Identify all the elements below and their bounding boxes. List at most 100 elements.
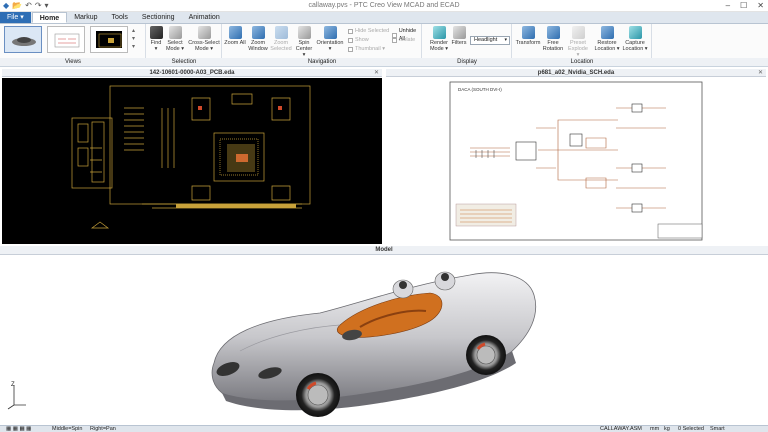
status-selected-count: 0 Selected — [678, 426, 704, 432]
zoom-selected-label-2: Selected — [270, 46, 292, 52]
hide-selected-button[interactable]: Hide Selected — [348, 27, 389, 35]
capture-location-button[interactable]: Capture Location ▾ — [622, 26, 648, 52]
show-button[interactable]: Show — [348, 36, 369, 44]
selection-filter-select[interactable]: Smart — [710, 426, 725, 432]
binoculars-icon — [149, 26, 163, 39]
tab-tools[interactable]: Tools — [105, 12, 135, 23]
orientation-button[interactable]: Orientation ▾ — [316, 26, 344, 52]
tab-file[interactable]: File ▾ — [0, 12, 31, 23]
transform-icon — [521, 26, 535, 39]
schematic-viewport-header: p681_a02_Nvidia_SCH.eda ✕ — [386, 69, 766, 77]
schematic-sheet-graphic — [449, 81, 703, 241]
close-button[interactable]: ✕ — [757, 0, 764, 11]
render-mode-button[interactable]: Render Mode ▾ — [428, 26, 450, 52]
chevron-down-icon: ▾ — [154, 46, 158, 52]
zoom-all-icon — [228, 26, 242, 39]
orientation-label-2: ▾ — [328, 46, 332, 52]
navigation-group-title: Navigation — [307, 59, 337, 65]
zoom-window-button[interactable]: Zoom Window — [247, 26, 269, 52]
hide-selected-label: Hide Selected — [355, 28, 390, 34]
lighting-select[interactable]: Headlight ▾ — [470, 36, 510, 45]
app-window: ◆ 📂 ↶ ↷ ▾ callaway.pvs - PTC Creo View M… — [0, 0, 768, 432]
pcb-viewport[interactable] — [2, 78, 382, 244]
cross-select-label-2: Mode ▾ — [194, 46, 214, 52]
maximize-button[interactable]: ☐ — [740, 0, 747, 11]
isolate-icon — [392, 37, 397, 43]
tab-sectioning[interactable]: Sectioning — [135, 12, 182, 23]
title-bar: ◆ 📂 ↶ ↷ ▾ callaway.pvs - PTC Creo View M… — [0, 0, 768, 12]
render-cube-icon — [432, 26, 446, 39]
filter-funnel-icon — [452, 26, 466, 39]
zoom-selected-icon — [274, 26, 288, 39]
car-thumbnail-icon — [12, 37, 36, 46]
status-hint-right: Right=Pan — [90, 426, 116, 432]
lighting-value: Headlight — [474, 37, 498, 43]
pcb-board-graphic — [71, 85, 311, 229]
pcb-thumbnail-icon — [98, 33, 122, 48]
minimize-button[interactable]: – — [726, 0, 730, 11]
selection-group-title: Selection — [171, 59, 197, 65]
cursor-icon — [168, 26, 182, 39]
close-icon[interactable]: ✕ — [374, 69, 379, 77]
cross-select-icon — [197, 26, 211, 39]
render-mode-label-2: Mode ▾ — [429, 46, 449, 52]
select-mode-label-2: Mode ▾ — [165, 46, 185, 52]
zoom-window-label-2: Window — [248, 46, 268, 52]
explode-icon — [571, 26, 585, 39]
tab-home[interactable]: Home — [31, 12, 68, 23]
zoom-all-button[interactable]: Zoom All — [224, 26, 246, 46]
transform-button[interactable]: Transform — [515, 26, 541, 46]
tab-file-label: File — [7, 14, 19, 21]
thumbnail-label: Thumbnail ▾ — [355, 46, 385, 52]
restore-location-icon — [600, 26, 614, 39]
show-icon — [348, 37, 353, 43]
ribbon-group-titles: Views Selection Navigation Display Locat… — [0, 58, 768, 67]
restore-location-button[interactable]: Restore Location ▾ — [594, 26, 620, 52]
status-bar: ▦ ▦ ▦ ▦ Middle=Spin Right=Pan CALLAWAY.A… — [0, 425, 768, 432]
schematic-sheet-label: DACA (SOUTH DVI-I) — [458, 87, 502, 92]
view-thumbnail-schematic[interactable] — [47, 26, 85, 53]
model-viewport[interactable]: Z — [0, 255, 768, 425]
grid-icon: ▦ ▦ ▦ ▦ — [6, 426, 32, 432]
status-hint-middle: Middle=Spin — [52, 426, 83, 432]
views-group-title: Views — [65, 59, 81, 65]
status-units-length: mm — [650, 426, 660, 432]
thumbnail-button[interactable]: Thumbnail ▾ — [348, 45, 385, 53]
schematic-viewport[interactable]: DACA (SOUTH DVI-I) — [386, 78, 766, 244]
cross-select-mode-button[interactable]: Cross-Select Mode ▾ — [188, 26, 220, 52]
select-mode-button[interactable]: Select Mode ▾ — [164, 26, 186, 52]
free-rotation-label-2: Rotation — [542, 46, 564, 52]
triad-z-label: Z — [11, 382, 15, 388]
free-rotation-button[interactable]: Free Rotation — [542, 26, 564, 52]
restore-location-label-2: Location ▾ — [594, 46, 620, 52]
close-icon[interactable]: ✕ — [758, 69, 763, 77]
spin-center-button[interactable]: Spin Center ▾ — [294, 26, 314, 58]
status-assembly: CALLAWAY.ASM — [600, 426, 642, 432]
zoom-window-icon — [251, 26, 265, 39]
free-rotation-icon — [546, 26, 560, 39]
pcb-viewport-header: 142-10601-0000-A03_PCB.eda ✕ — [2, 69, 382, 77]
spin-center-label-2: Center ▾ — [295, 46, 313, 58]
ribbon-tabs: File ▾ Home Markup Tools Sectioning Anim… — [0, 12, 768, 24]
schematic-thumbnail-icon — [54, 33, 80, 48]
filters-label: Filters — [451, 40, 467, 46]
zoom-selected-button[interactable]: Zoom Selected — [270, 26, 292, 52]
spin-center-icon — [297, 26, 311, 39]
preset-explode-button[interactable]: Preset Explode ▾ — [566, 26, 590, 58]
zoom-all-label: Zoom All — [224, 40, 246, 46]
view-thumbnail-pcb[interactable] — [90, 26, 128, 53]
view-thumbnail-model[interactable] — [4, 26, 42, 53]
schematic-viewport-title: p681_a02_Nvidia_SCH.eda — [537, 70, 615, 76]
car-model-graphic — [7, 271, 537, 417]
capture-location-icon — [628, 26, 642, 39]
model-viewport-title: Model — [375, 247, 393, 253]
transform-label: Transform — [515, 40, 541, 46]
capture-location-label-2: Location ▾ — [622, 46, 648, 52]
isolate-button[interactable]: Isolate — [392, 36, 415, 44]
chevron-down-icon: ▾ — [504, 37, 507, 43]
views-scroll[interactable]: ▴ ▾ ▾ — [132, 27, 140, 51]
tab-animation[interactable]: Animation — [182, 12, 227, 23]
tab-markup[interactable]: Markup — [67, 12, 104, 23]
find-button[interactable]: Find ▾ — [149, 26, 163, 52]
filters-button[interactable]: Filters — [450, 26, 468, 46]
